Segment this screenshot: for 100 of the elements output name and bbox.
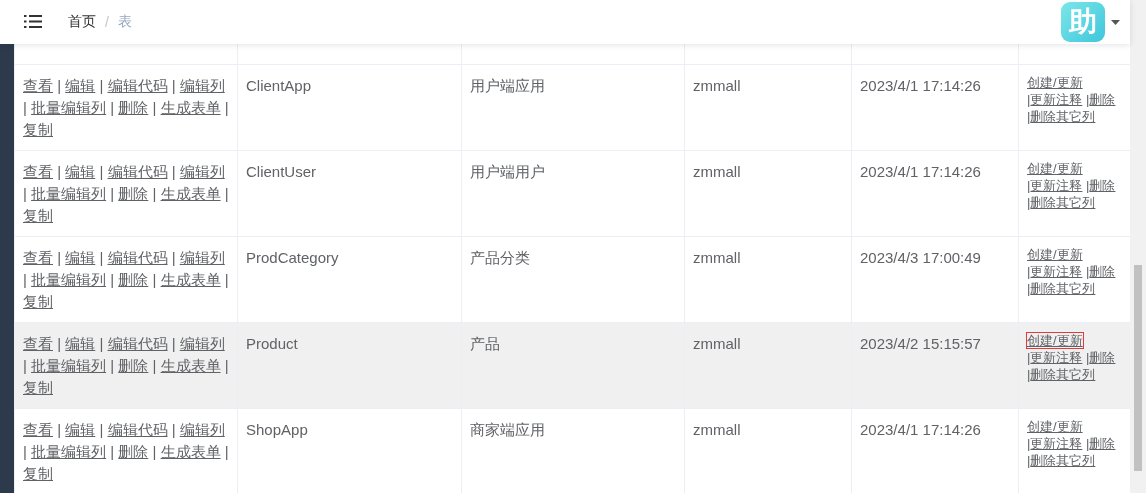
link-separator: |	[152, 271, 157, 288]
action-link[interactable]: 查看	[23, 249, 53, 266]
action-link[interactable]: 生成表单	[160, 185, 221, 202]
operation-link[interactable]: 删除	[1089, 178, 1116, 193]
action-link[interactable]: 编辑列	[179, 163, 225, 180]
operation-link[interactable]: 删除其它列	[1030, 109, 1096, 124]
link-separator: |	[57, 421, 62, 438]
operation-link[interactable]: 创建/更新	[1027, 419, 1083, 434]
link-separator: |	[152, 443, 157, 460]
action-link[interactable]: 批量编辑列	[31, 99, 107, 116]
action-link[interactable]: 删除	[118, 271, 149, 288]
link-separator: |	[171, 335, 176, 352]
link-separator: |	[57, 163, 62, 180]
action-link[interactable]: 生成表单	[160, 443, 221, 460]
link-separator: |	[171, 163, 176, 180]
action-link[interactable]: 删除	[118, 443, 149, 460]
link-separator: |	[171, 77, 176, 94]
action-link[interactable]: 编辑	[65, 421, 96, 438]
link-separator: |	[99, 249, 104, 266]
action-link[interactable]: 编辑代码	[107, 421, 168, 438]
action-link[interactable]: 复制	[23, 379, 53, 396]
action-link[interactable]: 批量编辑列	[31, 357, 107, 374]
action-link[interactable]: 编辑代码	[107, 77, 168, 94]
link-separator: |	[152, 357, 157, 374]
action-link[interactable]: 编辑列	[179, 421, 225, 438]
operation-link[interactable]: 更新注释	[1030, 178, 1083, 193]
action-link[interactable]: 编辑	[65, 163, 96, 180]
link-separator: |	[99, 77, 104, 94]
link-separator: |	[23, 443, 27, 460]
link-separator: |	[110, 99, 115, 116]
link-separator: |	[1027, 281, 1031, 296]
operation-link[interactable]: 创建/更新	[1027, 247, 1083, 262]
action-link[interactable]: 生成表单	[160, 357, 221, 374]
table-cell: 2023/4/1 17:14:26	[860, 421, 981, 438]
action-link[interactable]: 删除	[118, 357, 149, 374]
link-separator: |	[224, 99, 229, 116]
operation-link[interactable]: 删除	[1089, 264, 1116, 279]
link-separator: |	[1027, 195, 1031, 210]
table-cell: 商家端应用	[470, 421, 545, 438]
action-link[interactable]: 批量编辑列	[31, 443, 107, 460]
operation-link[interactable]: 创建/更新	[1027, 75, 1083, 90]
operation-link[interactable]: 创建/更新	[1027, 161, 1083, 176]
action-link[interactable]: 生成表单	[160, 99, 221, 116]
action-link[interactable]: 删除	[118, 185, 149, 202]
action-link[interactable]: 编辑代码	[107, 249, 168, 266]
link-separator: |	[1027, 178, 1031, 193]
breadcrumb-item[interactable]: 首页	[68, 13, 96, 31]
link-separator: |	[1086, 436, 1090, 451]
action-link[interactable]: 编辑	[65, 335, 96, 352]
action-link[interactable]: 编辑代码	[107, 163, 168, 180]
link-separator: |	[110, 443, 115, 460]
operation-link[interactable]: 删除其它列	[1030, 453, 1096, 468]
link-separator: |	[1027, 109, 1031, 124]
link-separator: |	[152, 99, 157, 116]
action-link[interactable]: 查看	[23, 163, 53, 180]
link-separator: |	[23, 185, 27, 202]
action-link[interactable]: 生成表单	[160, 271, 221, 288]
operation-link[interactable]: 更新注释	[1030, 264, 1083, 279]
action-link[interactable]: 编辑列	[179, 77, 225, 94]
operation-link[interactable]: 更新注释	[1030, 350, 1083, 365]
table-cell: zmmall	[693, 163, 741, 180]
action-link[interactable]: 编辑	[65, 249, 96, 266]
operation-link[interactable]: 删除其它列	[1030, 195, 1096, 210]
action-link[interactable]: 查看	[23, 421, 53, 438]
link-separator: |	[23, 99, 27, 116]
action-link[interactable]: 复制	[23, 465, 53, 482]
link-separator: |	[99, 163, 104, 180]
link-separator: |	[152, 185, 157, 202]
action-link[interactable]: 编辑列	[179, 249, 225, 266]
link-separator: |	[23, 357, 27, 374]
operation-link[interactable]: 创建/更新	[1027, 333, 1083, 348]
link-separator: |	[57, 335, 62, 352]
action-link[interactable]: 编辑代码	[107, 335, 168, 352]
link-separator: |	[1086, 178, 1090, 193]
table-cell: 2023/4/1 17:14:26	[860, 163, 981, 180]
action-link[interactable]: 查看	[23, 335, 53, 352]
link-separator: |	[1027, 264, 1031, 279]
scrollbar[interactable]	[1130, 0, 1146, 493]
operation-link[interactable]: 删除	[1089, 92, 1116, 107]
operation-link[interactable]: 删除	[1089, 436, 1116, 451]
operation-link[interactable]: 更新注释	[1030, 436, 1083, 451]
action-link[interactable]: 批量编辑列	[31, 271, 107, 288]
action-link[interactable]: 复制	[23, 207, 53, 224]
link-separator: |	[224, 185, 229, 202]
operation-link[interactable]: 删除其它列	[1030, 367, 1096, 382]
link-separator: |	[224, 443, 229, 460]
action-link[interactable]: 批量编辑列	[31, 185, 107, 202]
action-link[interactable]: 复制	[23, 293, 53, 310]
action-link[interactable]: 查看	[23, 77, 53, 94]
action-link[interactable]: 编辑	[65, 77, 96, 94]
caret-icon[interactable]	[1111, 19, 1120, 25]
action-link[interactable]: 复制	[23, 121, 53, 138]
link-separator: |	[99, 335, 104, 352]
link-separator: |	[110, 357, 115, 374]
operation-link[interactable]: 更新注释	[1030, 92, 1083, 107]
operation-link[interactable]: 删除	[1089, 350, 1116, 365]
menu-icon[interactable]	[24, 15, 42, 29]
operation-link[interactable]: 删除其它列	[1030, 281, 1096, 296]
action-link[interactable]: 删除	[118, 99, 149, 116]
action-link[interactable]: 编辑列	[179, 335, 225, 352]
